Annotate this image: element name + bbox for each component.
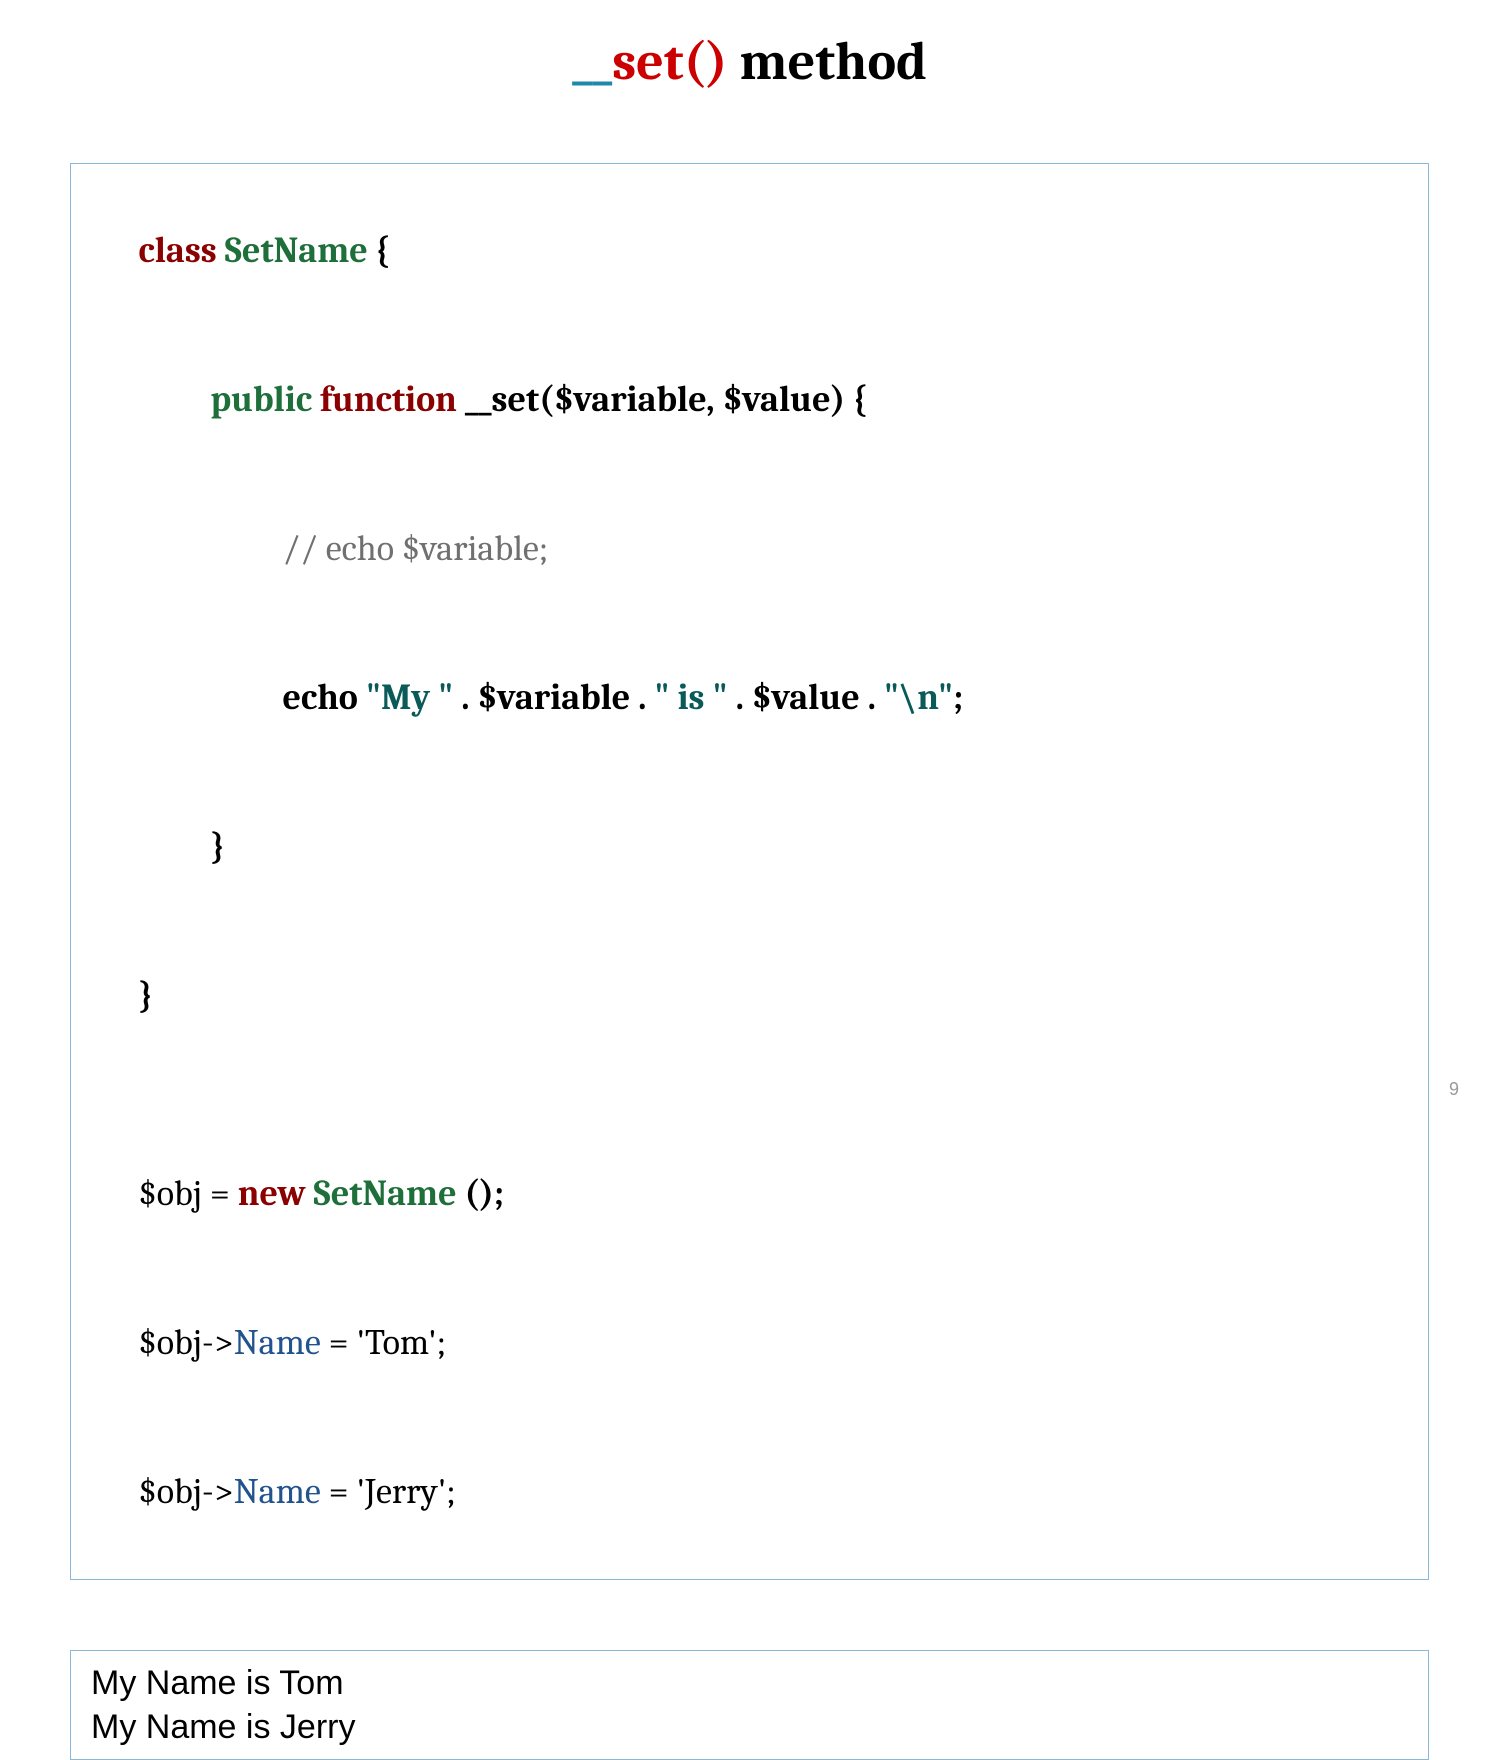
title-rest: method [728, 30, 927, 93]
code-line-7: $obj = new SetName (); [91, 1120, 1408, 1269]
function-signature: __set($variable, $value) { [465, 379, 867, 420]
code-line-5: } [91, 772, 1408, 921]
new-class-name: SetName [314, 1173, 465, 1214]
slide: __set() method class SetName { public fu… [0, 0, 1499, 1124]
brace-close-inner: } [211, 826, 225, 867]
page-number: 9 [1449, 1079, 1459, 1100]
prop-name-1: Name [234, 1322, 321, 1363]
obj-arrow-2a: $obj-> [139, 1471, 234, 1512]
code-blank [91, 1070, 1408, 1120]
keyword-function: function [320, 379, 465, 420]
code-line-9: $obj->Name = 'Jerry'; [91, 1418, 1408, 1567]
string-nl: "\n" [884, 677, 953, 718]
string-my: "My " [366, 677, 453, 718]
keyword-public: public [211, 379, 320, 420]
keyword-new: new [238, 1173, 314, 1214]
obj-arrow-1a: $obj-> [139, 1322, 234, 1363]
keyword-class: class [139, 230, 225, 271]
obj-assign-prefix: $obj = [139, 1173, 238, 1214]
assign-jerry: = 'Jerry'; [321, 1471, 456, 1512]
code-box: class SetName { public function __set($v… [70, 163, 1429, 1580]
prop-name-2: Name [234, 1471, 321, 1512]
output-box: My Name is Tom My Name is Jerry [70, 1650, 1429, 1760]
keyword-echo: echo [283, 677, 366, 718]
code-line-8: $obj->Name = 'Tom'; [91, 1269, 1408, 1418]
code-line-1: class SetName { [91, 176, 1408, 325]
output-line-1: My Name is Tom [91, 1661, 1408, 1705]
code-line-4: echo "My " . $variable . " is " . $value… [91, 623, 1408, 772]
parens-semi: (); [465, 1173, 504, 1214]
concat-var2: . $value . [728, 677, 884, 718]
code-comment: // echo $variable; [283, 528, 549, 569]
concat-var1: . $variable . [453, 677, 654, 718]
title-set: set() [612, 30, 727, 93]
string-is: " is " [654, 677, 727, 718]
brace-open: { [376, 230, 390, 271]
brace-close-outer: } [139, 975, 153, 1016]
code-line-6: } [91, 921, 1408, 1070]
code-line-2: public function __set($variable, $value)… [91, 325, 1408, 474]
assign-tom: = 'Tom'; [321, 1322, 446, 1363]
slide-title: __set() method [0, 0, 1499, 93]
output-line-2: My Name is Jerry [91, 1705, 1408, 1749]
title-underscore: __ [572, 30, 612, 93]
class-name: SetName [225, 230, 376, 271]
code-line-3: // echo $variable; [91, 474, 1408, 623]
semicolon: ; [953, 677, 963, 718]
